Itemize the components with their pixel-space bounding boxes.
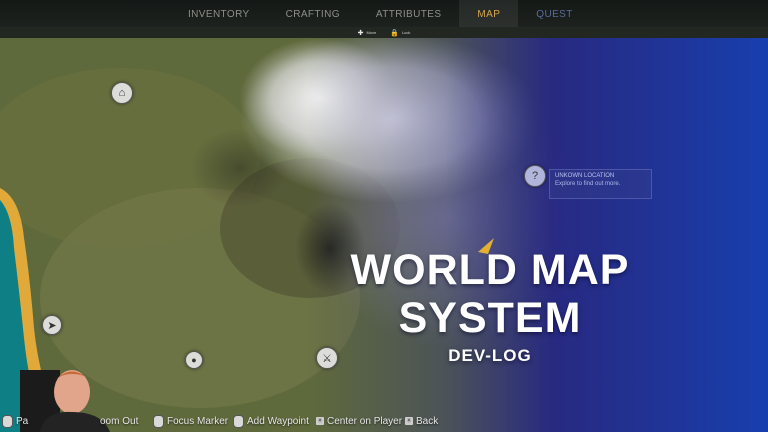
hint-focus-marker: Focus Marker (153, 414, 229, 428)
unknown-location-marker[interactable]: ? (524, 165, 546, 187)
subbar-item-move[interactable]: ✚ Move (358, 29, 377, 37)
mouse-icon (233, 414, 244, 428)
tab-attributes[interactable]: ATTRIBUTES (358, 0, 459, 27)
hint-label: Center on Player (327, 415, 403, 427)
tab-list: INVENTORY CRAFTING ATTRIBUTES MAP QUEST (170, 0, 591, 29)
lock-icon: 🔒 (390, 29, 399, 37)
key-icon: × (405, 417, 413, 425)
waypoint-marker[interactable]: ● (185, 351, 203, 369)
location-title: UNKOWN LOCATION (555, 173, 615, 179)
hint-add-waypoint: Add Waypoint (233, 414, 309, 428)
hint-pan: Pa (2, 414, 29, 428)
fishing-marker[interactable]: ➤ (42, 315, 62, 335)
title-line-2: SYSTEM (398, 294, 582, 342)
hint-label: oom Out (100, 415, 139, 427)
top-navigation-bar: INVENTORY CRAFTING ATTRIBUTES MAP QUEST (0, 0, 768, 29)
map-sub-toolbar: ✚ Move 🔒 Lock (0, 27, 768, 38)
hint-zoom-out: oom Out (100, 416, 138, 427)
title-line-3: DEV-LOG (448, 346, 532, 365)
hint-label: Add Waypoint (247, 415, 309, 427)
waypoint-pin-icon: ● (185, 351, 203, 369)
subbar-item-label: Lock (401, 30, 411, 35)
subbar-item-label: Move (366, 30, 377, 35)
title-line-1: WORLD MAP (350, 246, 630, 294)
location-tooltip: UNKOWN LOCATION Explore to find out more… (549, 169, 652, 199)
key-icon: × (316, 417, 324, 425)
hint-label: Focus Marker (167, 415, 229, 427)
home-icon: ⌂ (111, 82, 133, 104)
video-title-overlay: WORLD MAP SYSTEM DEV-LOG (300, 246, 680, 366)
unknown-location-icon: ? (524, 165, 546, 187)
mouse-icon (153, 414, 164, 428)
fish-icon: ➤ (42, 315, 62, 335)
location-description: Explore to find out more. (555, 180, 621, 187)
home-marker[interactable]: ⌂ (111, 82, 133, 104)
move-icon: ✚ (357, 29, 364, 37)
tab-inventory[interactable]: INVENTORY (170, 0, 268, 27)
hint-label: Pa (16, 415, 29, 427)
tab-quest[interactable]: QUEST (518, 0, 590, 27)
mouse-icon (2, 414, 13, 428)
hint-label: Back (416, 415, 439, 427)
tab-crafting[interactable]: CRAFTING (268, 0, 358, 27)
subbar-item-lock[interactable]: 🔒 Lock (390, 29, 410, 37)
control-hints-bar: Pa oom Out Focus Marker Add Waypoint × C… (0, 410, 768, 432)
hint-center-player: × Center on Player (316, 416, 402, 427)
hint-back: × Back (405, 416, 438, 427)
tab-map[interactable]: MAP (459, 0, 519, 29)
